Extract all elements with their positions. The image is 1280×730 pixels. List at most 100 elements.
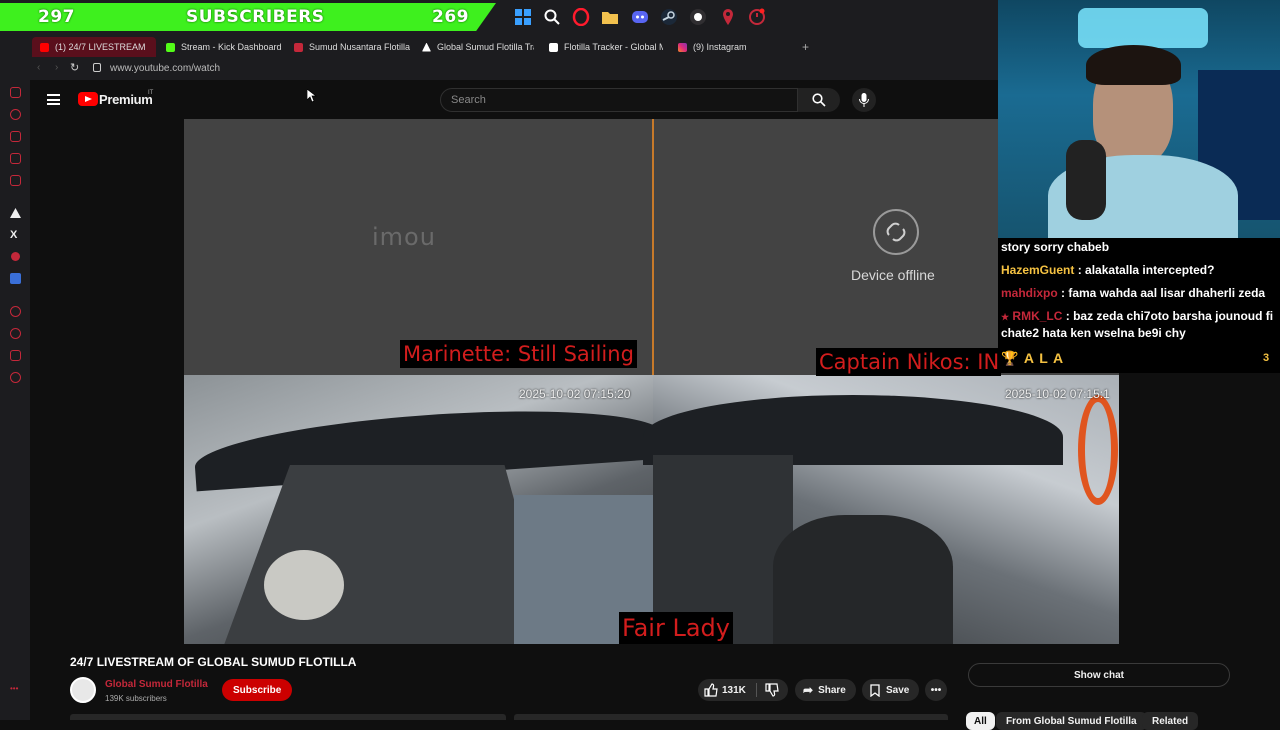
address-bar-row: ‹ › ↻ www.youtube.com/watch	[0, 58, 1000, 80]
imou-watermark: imou	[372, 223, 436, 251]
search-input[interactable]: Search	[451, 94, 486, 106]
back-icon[interactable]: ‹	[37, 62, 40, 73]
camera-feed-marinette: 2025-10-02 07:15:20	[184, 375, 666, 644]
subscriber-label: SUBSCRIBERS	[186, 7, 325, 27]
tracker-favicon-icon	[549, 42, 558, 52]
tab-livestream[interactable]: (1) 24/7 LIVESTREAM	[32, 37, 156, 57]
share-button[interactable]: ➦ Share	[795, 679, 856, 701]
site-favicon-icon	[294, 42, 303, 52]
comments-box[interactable]	[514, 714, 948, 720]
search-button[interactable]	[798, 88, 840, 112]
search-icon[interactable]	[542, 7, 562, 27]
instagram-favicon-icon	[678, 42, 687, 52]
camera-feed-nikos: 2025-10-02 07:15:1	[643, 375, 1119, 644]
channel-avatar[interactable]	[70, 677, 96, 703]
like-button[interactable]: 131K	[704, 683, 756, 697]
tab-kick-dashboard[interactable]: Stream - Kick Dashboard	[166, 37, 284, 57]
sidebar-settings-icon[interactable]	[10, 372, 21, 383]
new-tab-button[interactable]: +	[802, 37, 809, 57]
windows-icon[interactable]	[513, 7, 533, 27]
sidebar-aria-icon[interactable]	[10, 87, 21, 98]
feed-divider	[652, 119, 654, 375]
steam-icon[interactable]	[659, 7, 679, 27]
disconnected-icon	[873, 209, 919, 255]
sidebar-extension-icon[interactable]	[10, 350, 21, 361]
sidebar-chat-icon[interactable]	[10, 153, 21, 164]
timestamp-right: 2025-10-02 07:15:1	[1005, 387, 1110, 401]
sidebar-bookmark-icon[interactable]	[10, 306, 21, 317]
video-player[interactable]: imou Device offline 2025-10-02 07:15:20 …	[184, 119, 1119, 644]
lock-icon	[93, 63, 101, 72]
chip-from-channel[interactable]: From Global Sumud Flotilla	[996, 712, 1147, 730]
opera-icon[interactable]	[571, 7, 591, 27]
tab-instagram[interactable]: (9) Instagram	[678, 37, 768, 57]
subscriber-banner: 297 SUBSCRIBERS 269	[0, 3, 496, 31]
chat-message: ★ RMK_LC : baz zeda chi7oto barsha jouno…	[1001, 309, 1274, 340]
sidebar-mail-icon[interactable]	[10, 175, 21, 186]
like-count: 131K	[722, 684, 746, 696]
description-box[interactable]	[70, 714, 506, 720]
more-actions-button[interactable]: •••	[925, 679, 947, 701]
tab-global-sumud-tracker[interactable]: Global Sumud Flotilla Tra	[422, 37, 534, 57]
search-icon	[812, 93, 826, 107]
youtube-logo-icon[interactable]	[78, 92, 98, 106]
streamer-hair	[1086, 45, 1181, 85]
video-title: 24/7 LIVESTREAM OF GLOBAL SUMUD FLOTILLA	[70, 655, 357, 669]
more-icon: •••	[930, 684, 942, 696]
youtube-header: Premium IT Search	[30, 80, 1000, 120]
folder-icon[interactable]	[600, 7, 620, 27]
subscriber-count: 139K subscribers	[105, 694, 167, 703]
trophy-icon: 🏆	[1001, 350, 1020, 366]
youtube-favicon-icon	[40, 42, 49, 52]
sidebar-x-icon[interactable]: X	[10, 229, 17, 241]
label-marinette: Marinette: Still Sailing	[400, 340, 637, 368]
save-button[interactable]: Save	[862, 679, 920, 701]
share-label: Share	[818, 684, 846, 696]
sidebar-bag-icon[interactable]	[10, 131, 21, 142]
label-fair-lady: Fair Lady	[619, 612, 733, 644]
youtube-logo-text[interactable]: Premium	[99, 92, 153, 107]
tab-sumud-nusantara[interactable]: Sumud Nusantara Flotilla	[294, 37, 410, 57]
channel-name[interactable]: Global Sumud Flotilla	[105, 679, 208, 690]
clock-icon[interactable]	[747, 7, 767, 27]
tab-flotilla-tracker[interactable]: Flotilla Tracker - Global M	[549, 37, 663, 57]
voice-search-button[interactable]	[852, 88, 876, 112]
reload-icon[interactable]: ↻	[70, 61, 79, 74]
menu-icon[interactable]	[47, 94, 60, 105]
sidebar-shield-icon[interactable]	[10, 273, 21, 284]
search-box[interactable]: Search	[440, 88, 798, 112]
badge-icon: ★	[1001, 312, 1010, 322]
microphone-icon	[859, 93, 869, 107]
chat-message: story sorry chabeb	[1001, 240, 1110, 254]
tab-label: Sumud Nusantara Flotilla	[309, 42, 410, 52]
chat-message: mahdixpo : fama wahda aal lisar dhaherli…	[1001, 286, 1266, 300]
chat-footer-count: 3	[1263, 352, 1270, 364]
discord-icon[interactable]	[630, 7, 650, 27]
obs-icon[interactable]	[688, 7, 708, 27]
sidebar-history-icon[interactable]	[10, 109, 21, 120]
sidebar-triangle-icon[interactable]	[10, 208, 21, 218]
chat-username: mahdixpo	[1001, 286, 1058, 300]
chip-related[interactable]: Related	[1142, 712, 1199, 730]
microphone	[1066, 140, 1106, 220]
forward-icon[interactable]: ›	[55, 62, 58, 73]
chat-footer: 🏆 A L A	[1001, 350, 1065, 366]
device-offline-text: Device offline	[851, 267, 935, 283]
chip-all[interactable]: All	[966, 712, 995, 730]
tab-label: (9) Instagram	[693, 42, 747, 52]
chat-username: HazemGuent	[1001, 263, 1075, 277]
lifebuoy	[1078, 395, 1118, 505]
mouse-cursor-icon	[307, 89, 317, 103]
pin-icon[interactable]	[718, 7, 738, 27]
url-field[interactable]: www.youtube.com/watch	[110, 63, 220, 74]
label-captain-nikos: Captain Nikos: INT	[816, 348, 1001, 376]
show-chat-button[interactable]: Show chat	[968, 663, 1230, 687]
sidebar-clock-icon[interactable]	[10, 328, 21, 339]
thumbs-down-icon[interactable]	[765, 683, 779, 697]
streamer-webcam	[998, 0, 1280, 238]
subscribe-button[interactable]: Subscribe	[222, 679, 293, 701]
tab-label: (1) 24/7 LIVESTREAM	[55, 42, 146, 52]
sidebar-more-icon[interactable]: •••	[10, 684, 18, 693]
chat-username: RMK_LC	[1012, 309, 1063, 323]
sidebar-record-icon[interactable]	[11, 252, 20, 261]
